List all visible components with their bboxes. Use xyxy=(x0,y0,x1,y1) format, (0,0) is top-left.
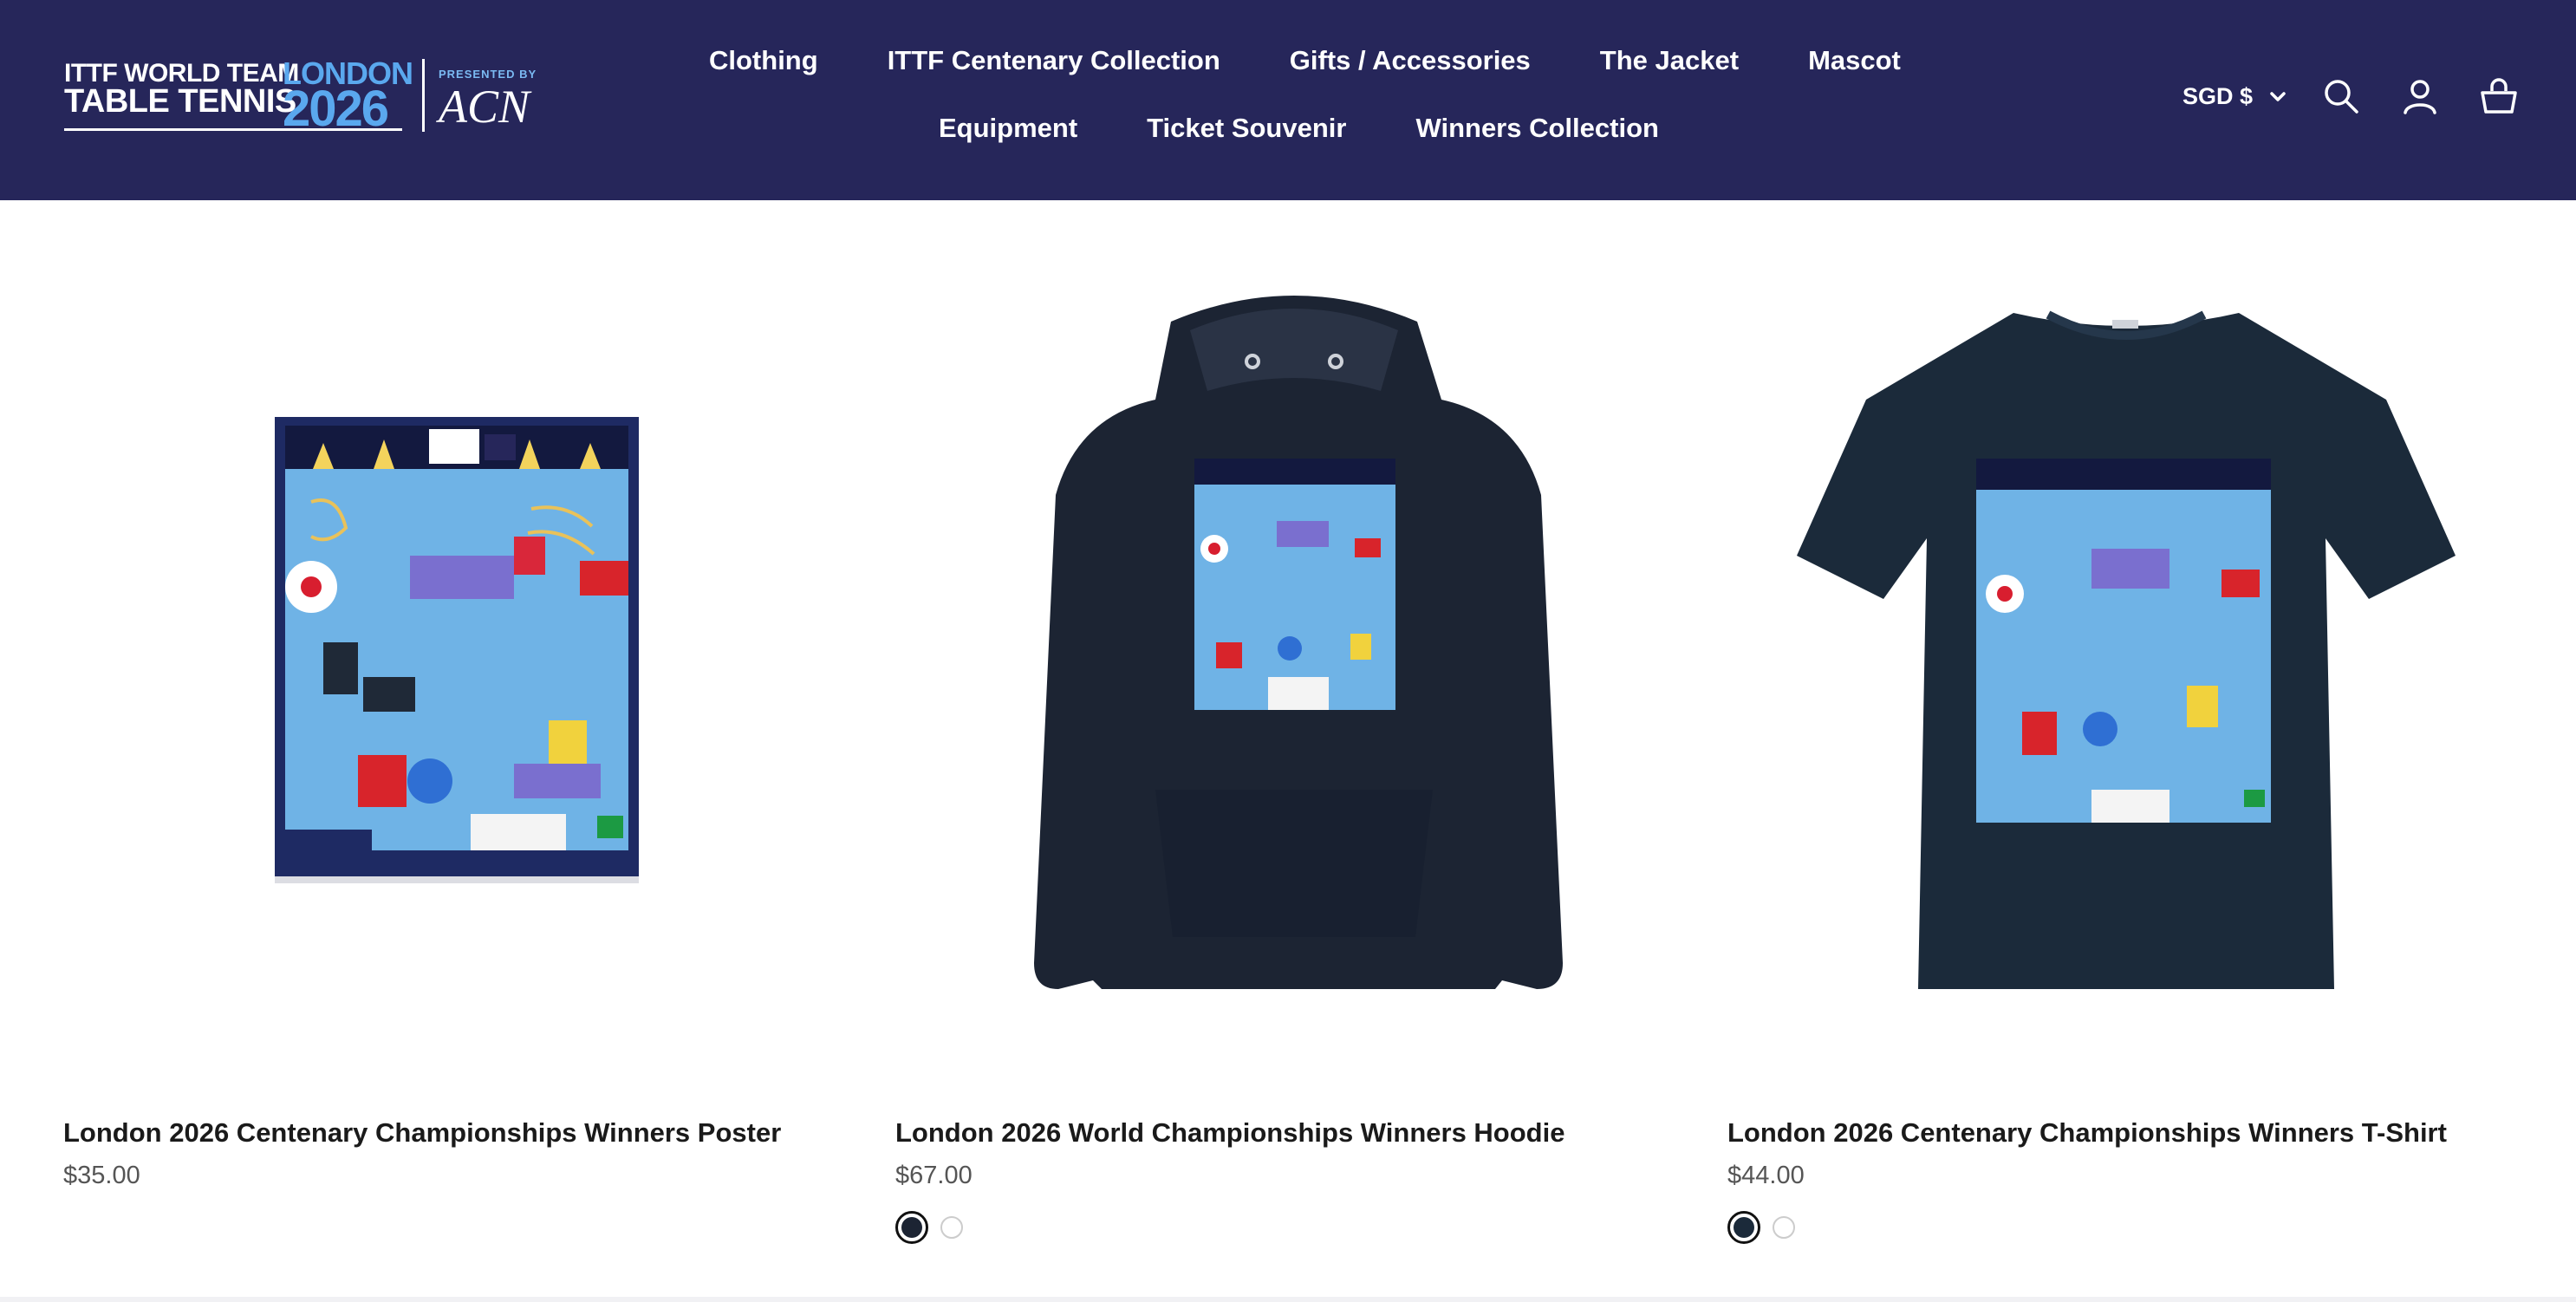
logo-divider xyxy=(422,59,425,132)
currency-selector[interactable]: SGD $ xyxy=(2182,83,2286,110)
nav-mascot[interactable]: Mascot xyxy=(1808,45,1901,76)
currency-label: SGD $ xyxy=(2182,83,2254,109)
chevron-down-icon xyxy=(2270,91,2286,101)
logo[interactable]: ITTF WORLD TEAM TABLE TENNIS LONDON 2026… xyxy=(64,54,550,140)
search-icon[interactable] xyxy=(2321,76,2361,116)
product-card[interactable]: London 2026 Centenary Championships Winn… xyxy=(63,200,861,1302)
product-title[interactable]: London 2026 Centenary Championships Winn… xyxy=(1727,1117,2447,1149)
swatch-navy[interactable] xyxy=(1727,1211,1760,1244)
section-divider xyxy=(0,1297,2576,1302)
product-price: $67.00 xyxy=(895,1162,973,1189)
sponsor-logo: ACN xyxy=(439,81,530,133)
swatch-white[interactable] xyxy=(940,1216,963,1239)
poster-image[interactable] xyxy=(63,270,861,1076)
logo-underline xyxy=(64,128,402,131)
main-nav-row2: Equipment Ticket Souvenir Winners Collec… xyxy=(939,113,1659,144)
nav-gifts-accessories[interactable]: Gifts / Accessories xyxy=(1290,45,1531,76)
logo-presented-by: PRESENTED BY xyxy=(439,68,537,81)
nav-the-jacket[interactable]: The Jacket xyxy=(1600,45,1739,76)
hoodie-image[interactable] xyxy=(895,270,1693,1076)
site-header: ITTF WORLD TEAM TABLE TENNIS LONDON 2026… xyxy=(0,0,2576,200)
nav-winners-collection[interactable]: Winners Collection xyxy=(1415,113,1658,144)
nav-ticket-souvenir[interactable]: Ticket Souvenir xyxy=(1147,113,1346,144)
main-nav-row1: Clothing ITTF Centenary Collection Gifts… xyxy=(709,45,1901,76)
swatch-navy[interactable] xyxy=(895,1211,928,1244)
nav-clothing[interactable]: Clothing xyxy=(709,45,818,76)
color-swatches xyxy=(1727,1211,1795,1244)
product-card[interactable]: London 2026 World Championships Winners … xyxy=(895,200,1693,1302)
product-price: $35.00 xyxy=(63,1162,140,1189)
product-title[interactable]: London 2026 Centenary Championships Winn… xyxy=(63,1117,781,1149)
color-swatches xyxy=(895,1211,963,1244)
swatch-white[interactable] xyxy=(1773,1216,1795,1239)
account-icon[interactable] xyxy=(2400,76,2440,116)
cart-icon[interactable] xyxy=(2479,76,2519,116)
product-card[interactable]: London 2026 Centenary Championships Winn… xyxy=(1727,200,2525,1302)
nav-ittf-centenary-collection[interactable]: ITTF Centenary Collection xyxy=(888,45,1220,76)
product-price: $44.00 xyxy=(1727,1162,1805,1189)
product-title[interactable]: London 2026 World Championships Winners … xyxy=(895,1117,1564,1149)
logo-line2: TABLE TENNIS xyxy=(64,83,296,120)
tshirt-image[interactable] xyxy=(1727,270,2525,1076)
nav-equipment[interactable]: Equipment xyxy=(939,113,1077,144)
